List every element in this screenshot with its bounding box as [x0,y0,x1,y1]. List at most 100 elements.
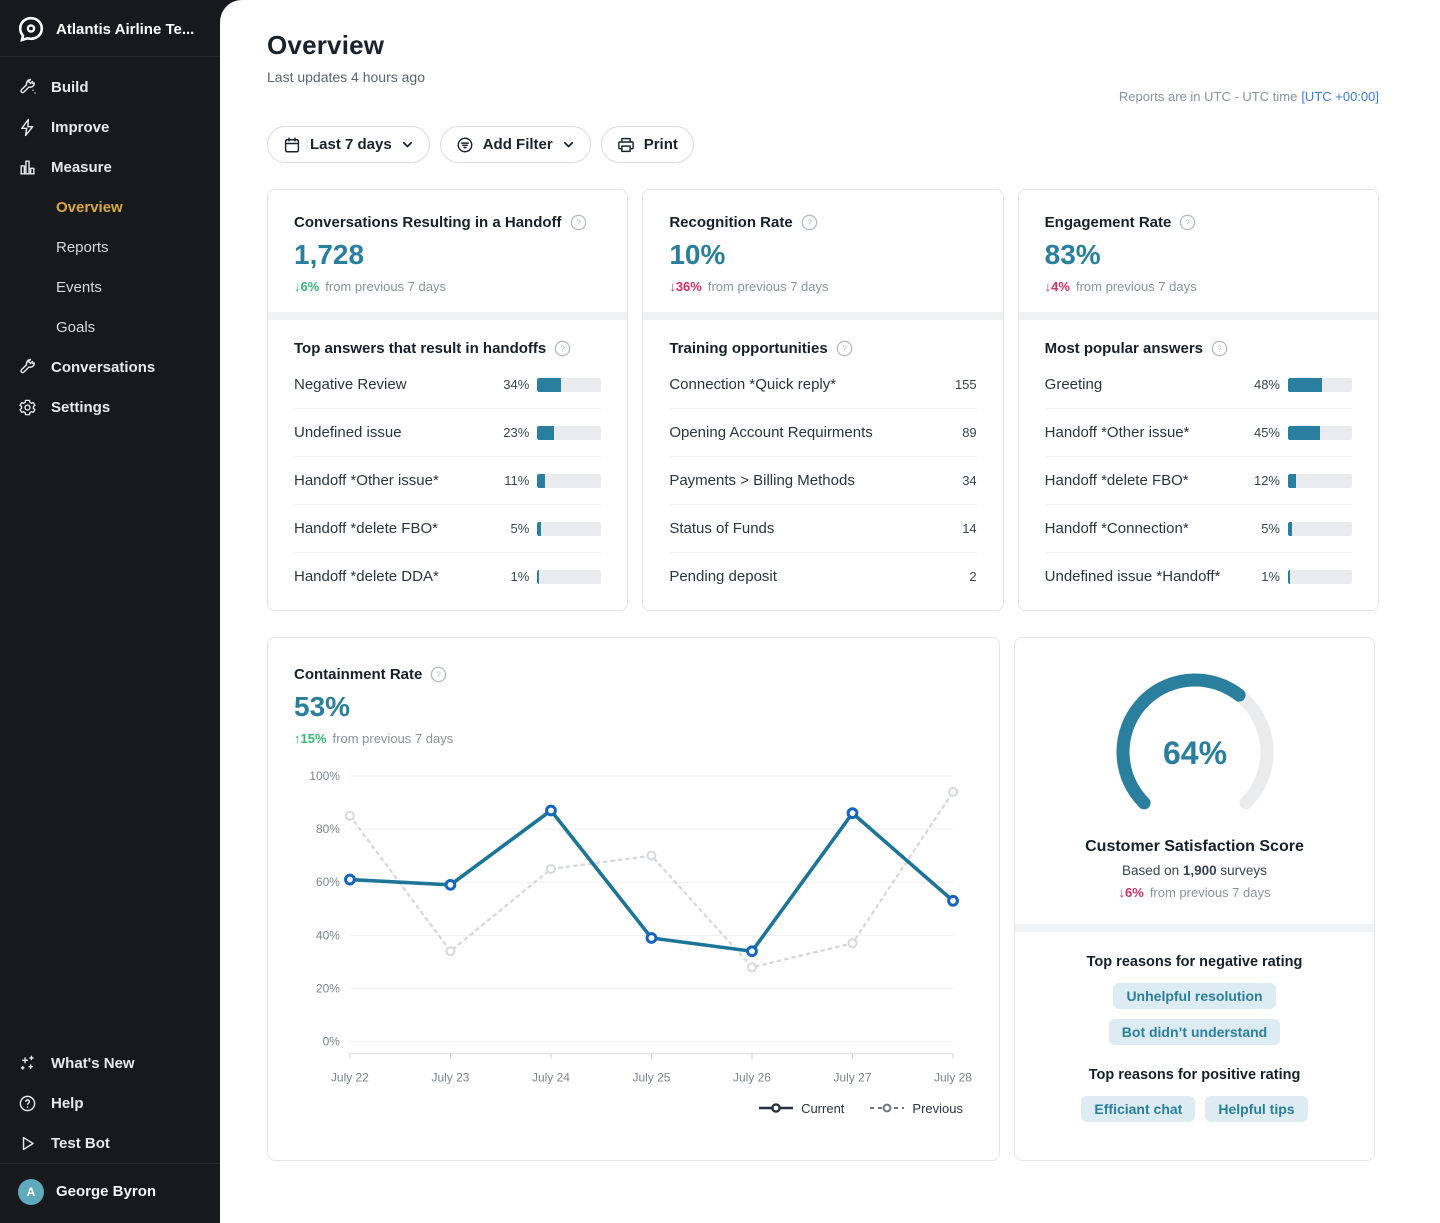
delta-value: ↓36% [669,279,702,294]
svg-text:?: ? [1217,344,1222,354]
gauge-svg: 64% [1085,668,1305,824]
svg-text:July 26: July 26 [733,1071,771,1085]
card-title: Engagement Rate [1045,214,1172,231]
page-title: Overview [267,30,1379,61]
print-label: Print [644,136,678,153]
item-label: Opening Account Requirments [669,424,872,441]
svg-text:80%: 80% [316,822,340,836]
wrench-icon [18,358,37,377]
legend-previous[interactable]: Previous [870,1101,963,1116]
sidebar-item-help[interactable]: Help [0,1083,220,1123]
add-filter-button[interactable]: Add Filter [440,126,591,163]
item-value: 34% [495,377,529,392]
sidebar-item-conversations[interactable]: Conversations [0,347,220,387]
gear-icon [18,398,37,417]
percent-bar [1288,570,1352,584]
svg-text:?: ? [1185,218,1190,228]
date-range-button[interactable]: Last 7 days [267,126,430,163]
sidebar-footer: What's New Help Test Bot A George Byron [0,1043,220,1223]
utc-link[interactable]: [UTC +00:00] [1301,89,1379,104]
sidebar-item-events[interactable]: Events [0,267,220,307]
list-item[interactable]: Handoff *Other issue*45% [1045,409,1352,457]
list-title: Top answers that result in handoffs [294,340,546,357]
item-label: Negative Review [294,376,407,393]
date-range-label: Last 7 days [310,136,392,153]
help-icon[interactable]: ? [570,214,587,231]
help-circle-icon [18,1094,37,1113]
item-value: 14 [943,521,977,536]
item-value: 48% [1246,377,1280,392]
list-item[interactable]: Undefined issue23% [294,409,601,457]
containment-line-chart: 0%20%40%60%80%100%July 22July 23July 24J… [294,760,973,1095]
list-item[interactable]: Status of Funds 14 [669,505,976,553]
sidebar-item-settings[interactable]: Settings [0,387,220,427]
item-label: Connection *Quick reply* [669,376,836,393]
list-item[interactable]: Handoff *Connection* 5% [1045,505,1352,553]
list-item[interactable]: Undefined issue *Handoff*1% [1045,553,1352,600]
help-icon[interactable]: ? [1211,340,1228,357]
handoff-list: Negative Review34%Undefined issue23%Hand… [294,361,601,600]
delta-value: ↓6% [1119,885,1144,900]
sidebar-item-test-bot[interactable]: Test Bot [0,1123,220,1163]
list-item[interactable]: Pending deposit2 [669,553,976,600]
reason-chip: Efficiant chat [1081,1096,1195,1122]
item-label: Status of Funds [669,520,774,537]
list-item[interactable]: Opening Account Requirments89 [669,409,976,457]
sidebar-item-overview[interactable]: Overview [0,187,220,227]
reason-chip: Helpful tips [1205,1096,1307,1122]
sidebar-item-goals[interactable]: Goals [0,307,220,347]
help-icon[interactable]: ? [430,666,447,683]
sidebar-item-label: Build [51,79,89,96]
svg-text:40%: 40% [316,928,340,942]
user-menu[interactable]: A George Byron [0,1163,220,1219]
section-divider [1019,312,1378,320]
svg-text:July 28: July 28 [934,1071,972,1085]
help-icon[interactable]: ? [801,214,818,231]
containment-card: Containment Rate ? 53% ↑15% from previou… [267,637,1000,1161]
list-title: Training opportunities [669,340,827,357]
help-icon[interactable]: ? [554,340,571,357]
sidebar-item-whats-new[interactable]: What's New [0,1043,220,1083]
help-icon[interactable]: ? [836,340,853,357]
main-content: Overview Last updates 4 hours ago Report… [220,0,1440,1223]
list-item[interactable]: Negative Review 34% [294,361,601,409]
sidebar-item-label: Test Bot [51,1135,110,1152]
survey-count: 1,900 [1183,863,1217,878]
filter-icon [456,136,474,154]
svg-text:?: ? [560,344,565,354]
sidebar-item-build[interactable]: Build [0,67,220,107]
sidebar-item-measure[interactable]: Measure [0,147,220,187]
list-title: Most popular answers [1045,340,1203,357]
help-icon[interactable]: ? [1179,214,1196,231]
list-item[interactable]: Greeting48% [1045,361,1352,409]
item-label: Handoff *delete FBO* [1045,472,1189,489]
item-label: Pending deposit [669,568,777,585]
svg-text:July 25: July 25 [633,1071,671,1085]
list-item[interactable]: Handoff *delete FBO*5% [294,505,601,553]
list-item[interactable]: Handoff *delete DDA*1% [294,553,601,600]
reason-chip: Unhelpful resolution [1113,983,1275,1009]
item-value: 5% [495,521,529,536]
svg-text:July 22: July 22 [331,1071,369,1085]
sidebar-item-improve[interactable]: Improve [0,107,220,147]
engagement-card: Engagement Rate ? 83% ↓4% from previous … [1018,189,1379,611]
sidebar: Atlantis Airline Te... Build Improve Mea… [0,0,220,1223]
sidebar-item-reports[interactable]: Reports [0,227,220,267]
item-value: 5% [1246,521,1280,536]
percent-bar [1288,522,1352,536]
workspace-switcher[interactable]: Atlantis Airline Te... [0,0,220,57]
list-item[interactable]: Payments > Billing Methods34 [669,457,976,505]
sidebar-nav: Build Improve Measure Overview Reports E… [0,57,220,427]
legend-current[interactable]: Current [759,1101,844,1116]
csat-gauge: 64% [1041,668,1348,824]
item-label: Handoff *Connection* [1045,520,1189,537]
list-item[interactable]: Handoff *delete FBO*12% [1045,457,1352,505]
item-label: Handoff *Other issue* [1045,424,1190,441]
print-button[interactable]: Print [601,126,694,163]
list-item[interactable]: Handoff *Other issue*11% [294,457,601,505]
item-label: Undefined issue *Handoff* [1045,568,1221,585]
app-window: Atlantis Airline Te... Build Improve Mea… [0,0,1440,1223]
sidebar-item-label: Measure [51,159,112,176]
metric-value: 10% [669,239,976,271]
list-item[interactable]: Connection *Quick reply*155 [669,361,976,409]
